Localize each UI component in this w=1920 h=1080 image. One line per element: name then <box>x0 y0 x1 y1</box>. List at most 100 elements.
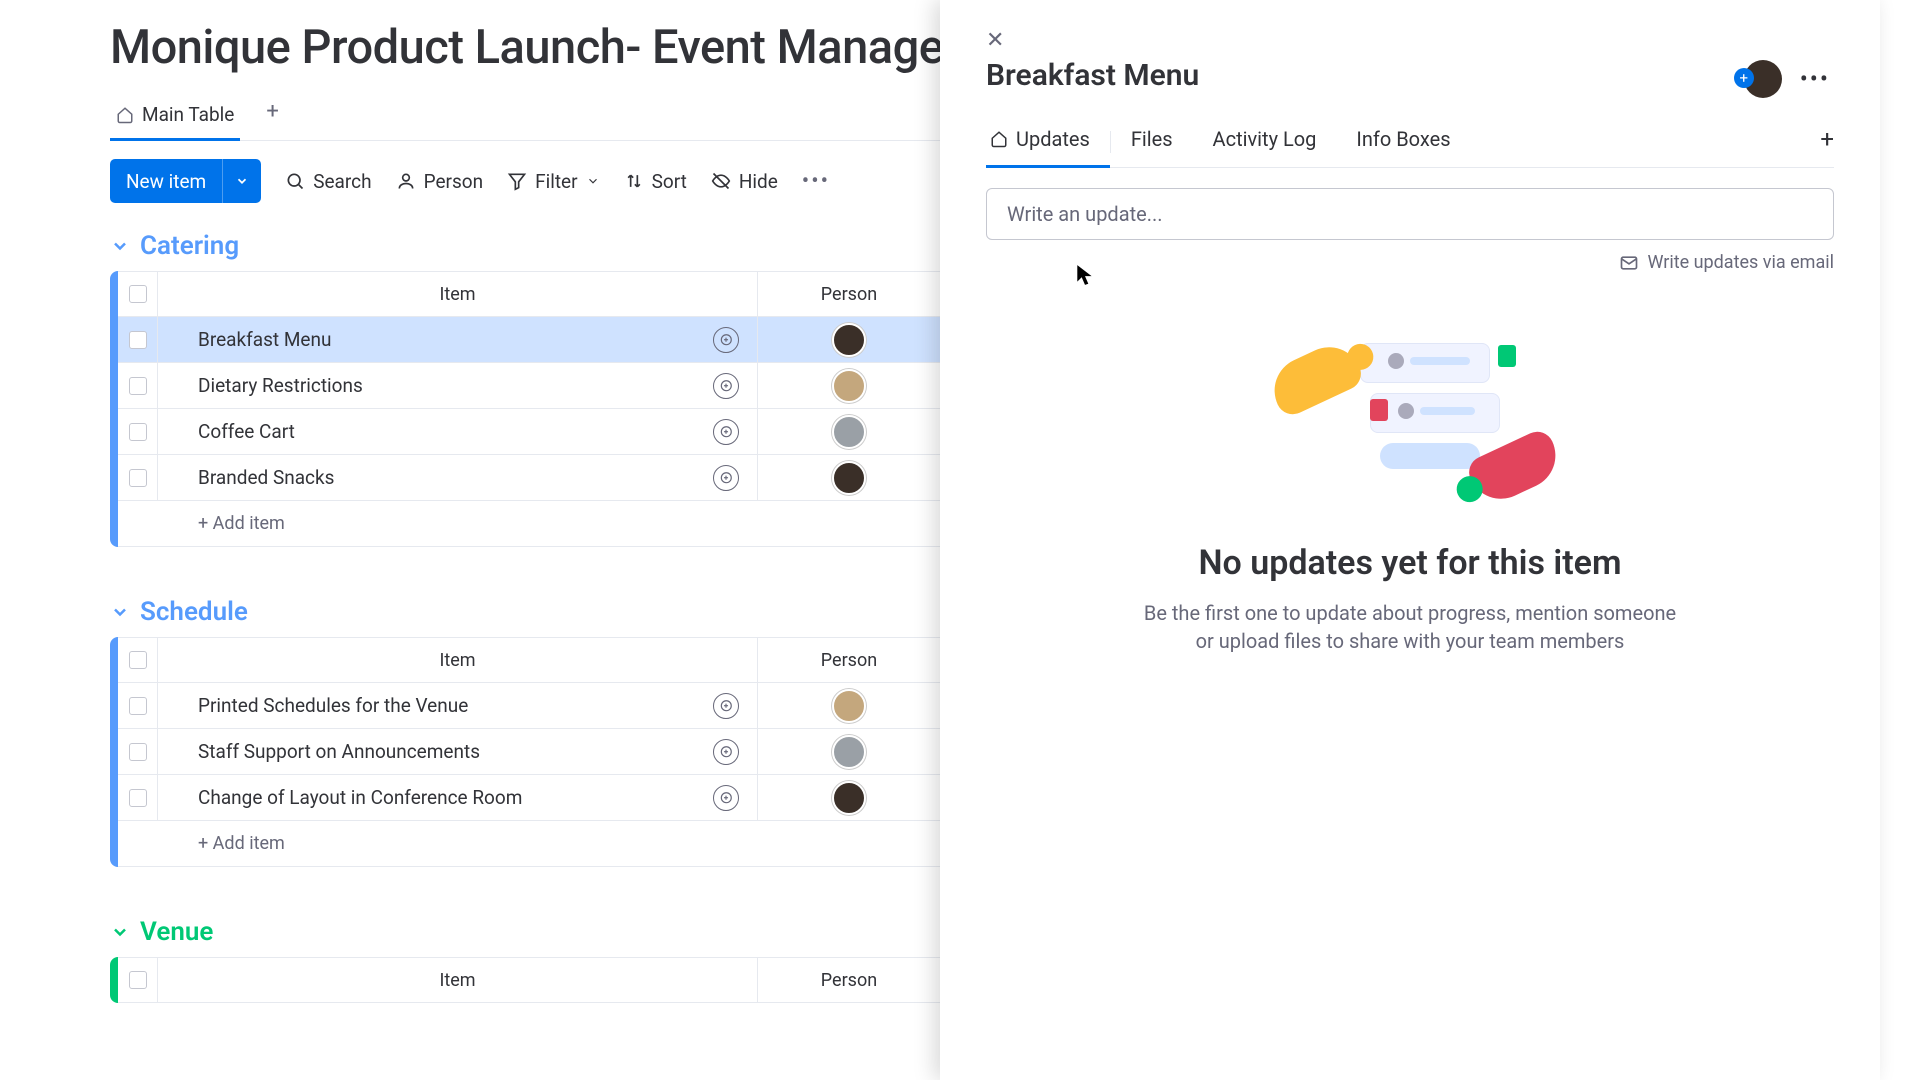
avatar[interactable] <box>832 781 866 815</box>
avatar[interactable] <box>832 323 866 357</box>
panel-tabs: Updates Files Activity Log Info Boxes + <box>986 117 1834 168</box>
person-cell[interactable] <box>758 363 940 408</box>
item-cell[interactable]: Printed Schedules for the Venue <box>158 683 758 728</box>
view-tabs: Main Table + <box>110 93 940 141</box>
tab-updates-label: Updates <box>1016 127 1090 151</box>
empty-state: No updates yet for this item Be the firs… <box>986 313 1834 655</box>
panel-header-actions: ••• <box>1744 60 1830 98</box>
filter-button[interactable]: Filter <box>507 170 599 193</box>
expand-item-icon[interactable] <box>713 327 739 353</box>
column-item[interactable]: Item <box>158 638 758 682</box>
header-checkbox[interactable] <box>118 958 158 1002</box>
table-row[interactable]: Branded Snacks <box>118 455 940 501</box>
column-person[interactable]: Person <box>758 638 940 682</box>
avatar[interactable] <box>832 735 866 769</box>
group-header[interactable]: Venue <box>110 917 940 947</box>
mail-icon <box>1619 253 1639 273</box>
row-checkbox[interactable] <box>118 363 158 408</box>
write-update-input[interactable]: Write an update... <box>986 188 1834 240</box>
row-checkbox[interactable] <box>118 409 158 454</box>
column-person[interactable]: Person <box>758 958 940 1002</box>
sort-button[interactable]: Sort <box>624 170 687 193</box>
expand-item-icon[interactable] <box>713 373 739 399</box>
tab-info-label: Info Boxes <box>1356 127 1450 151</box>
row-checkbox[interactable] <box>118 317 158 362</box>
tab-info-boxes[interactable]: Info Boxes <box>1336 117 1470 167</box>
expand-item-icon[interactable] <box>713 785 739 811</box>
more-menu-button[interactable]: ••• <box>802 169 830 194</box>
tab-activity-log[interactable]: Activity Log <box>1193 117 1337 167</box>
person-cell[interactable] <box>758 683 940 728</box>
table-row[interactable]: Printed Schedules for the Venue <box>118 683 940 729</box>
new-item-label: New item <box>110 170 222 193</box>
expand-item-icon[interactable] <box>713 739 739 765</box>
table-row[interactable]: Change of Layout in Conference Room <box>118 775 940 821</box>
table-row[interactable]: Coffee Cart <box>118 409 940 455</box>
tab-files[interactable]: Files <box>1111 117 1193 167</box>
panel-more-button[interactable]: ••• <box>1800 65 1830 93</box>
panel-item-title: Breakfast Menu <box>986 58 1834 93</box>
chevron-down-icon[interactable] <box>222 159 261 203</box>
person-filter-button[interactable]: Person <box>396 170 484 193</box>
header-checkbox[interactable] <box>118 638 158 682</box>
tab-updates[interactable]: Updates <box>986 117 1110 167</box>
row-checkbox[interactable] <box>118 455 158 500</box>
close-icon[interactable]: ✕ <box>986 28 1004 53</box>
group-schedule: Schedule Item Person Printed Schedules f… <box>110 597 940 867</box>
item-cell[interactable]: Staff Support on Announcements <box>158 729 758 774</box>
group-header[interactable]: Catering <box>110 231 940 261</box>
item-cell[interactable]: Branded Snacks <box>158 455 758 500</box>
tab-main-table[interactable]: Main Table <box>110 93 240 140</box>
table-header: Item Person <box>118 271 940 317</box>
item-name: Staff Support on Announcements <box>198 740 480 763</box>
board-title: Monique Product Launch- Event Manage <box>110 20 940 75</box>
row-checkbox[interactable] <box>118 775 158 820</box>
group-table: Item Person Breakfast Menu Dietary Restr… <box>110 271 940 547</box>
hide-button[interactable]: Hide <box>711 170 778 193</box>
item-cell[interactable]: Breakfast Menu <box>158 317 758 362</box>
avatar[interactable] <box>832 689 866 723</box>
avatar[interactable] <box>832 369 866 403</box>
person-cell[interactable] <box>758 729 940 774</box>
item-name: Dietary Restrictions <box>198 374 363 397</box>
add-view-button[interactable]: + <box>260 99 284 134</box>
person-cell[interactable] <box>758 409 940 454</box>
empty-title: No updates yet for this item <box>1199 543 1622 583</box>
header-checkbox[interactable] <box>118 272 158 316</box>
board-main: Monique Product Launch- Event Manage Mai… <box>0 0 940 1080</box>
column-item[interactable]: Item <box>158 272 758 316</box>
item-cell[interactable]: Dietary Restrictions <box>158 363 758 408</box>
group-header[interactable]: Schedule <box>110 597 940 627</box>
add-item-button[interactable]: + Add item <box>118 821 940 867</box>
expand-item-icon[interactable] <box>713 465 739 491</box>
subscriber-avatar[interactable] <box>1744 60 1782 98</box>
row-checkbox[interactable] <box>118 729 158 774</box>
person-cell[interactable] <box>758 455 940 500</box>
chevron-down-icon <box>110 602 130 622</box>
tab-files-label: Files <box>1131 127 1173 151</box>
group-title: Catering <box>140 231 239 261</box>
avatar[interactable] <box>832 461 866 495</box>
expand-item-icon[interactable] <box>713 419 739 445</box>
item-cell[interactable]: Change of Layout in Conference Room <box>158 775 758 820</box>
column-person[interactable]: Person <box>758 272 940 316</box>
table-row[interactable]: Breakfast Menu <box>118 317 940 363</box>
add-item-button[interactable]: + Add item <box>118 501 940 547</box>
expand-item-icon[interactable] <box>713 693 739 719</box>
write-via-email-link[interactable]: Write updates via email <box>986 252 1834 273</box>
item-cell[interactable]: Coffee Cart <box>158 409 758 454</box>
avatar[interactable] <box>832 415 866 449</box>
person-cell[interactable] <box>758 775 940 820</box>
hide-icon <box>711 171 731 191</box>
table-header: Item Person <box>118 637 940 683</box>
new-item-button[interactable]: New item <box>110 159 261 203</box>
group-title: Schedule <box>140 597 248 627</box>
row-checkbox[interactable] <box>118 683 158 728</box>
add-tab-button[interactable]: + <box>1820 125 1834 153</box>
group-title: Venue <box>140 917 213 947</box>
person-cell[interactable] <box>758 317 940 362</box>
table-row[interactable]: Dietary Restrictions <box>118 363 940 409</box>
search-button[interactable]: Search <box>285 170 371 193</box>
table-row[interactable]: Staff Support on Announcements <box>118 729 940 775</box>
column-item[interactable]: Item <box>158 958 758 1002</box>
